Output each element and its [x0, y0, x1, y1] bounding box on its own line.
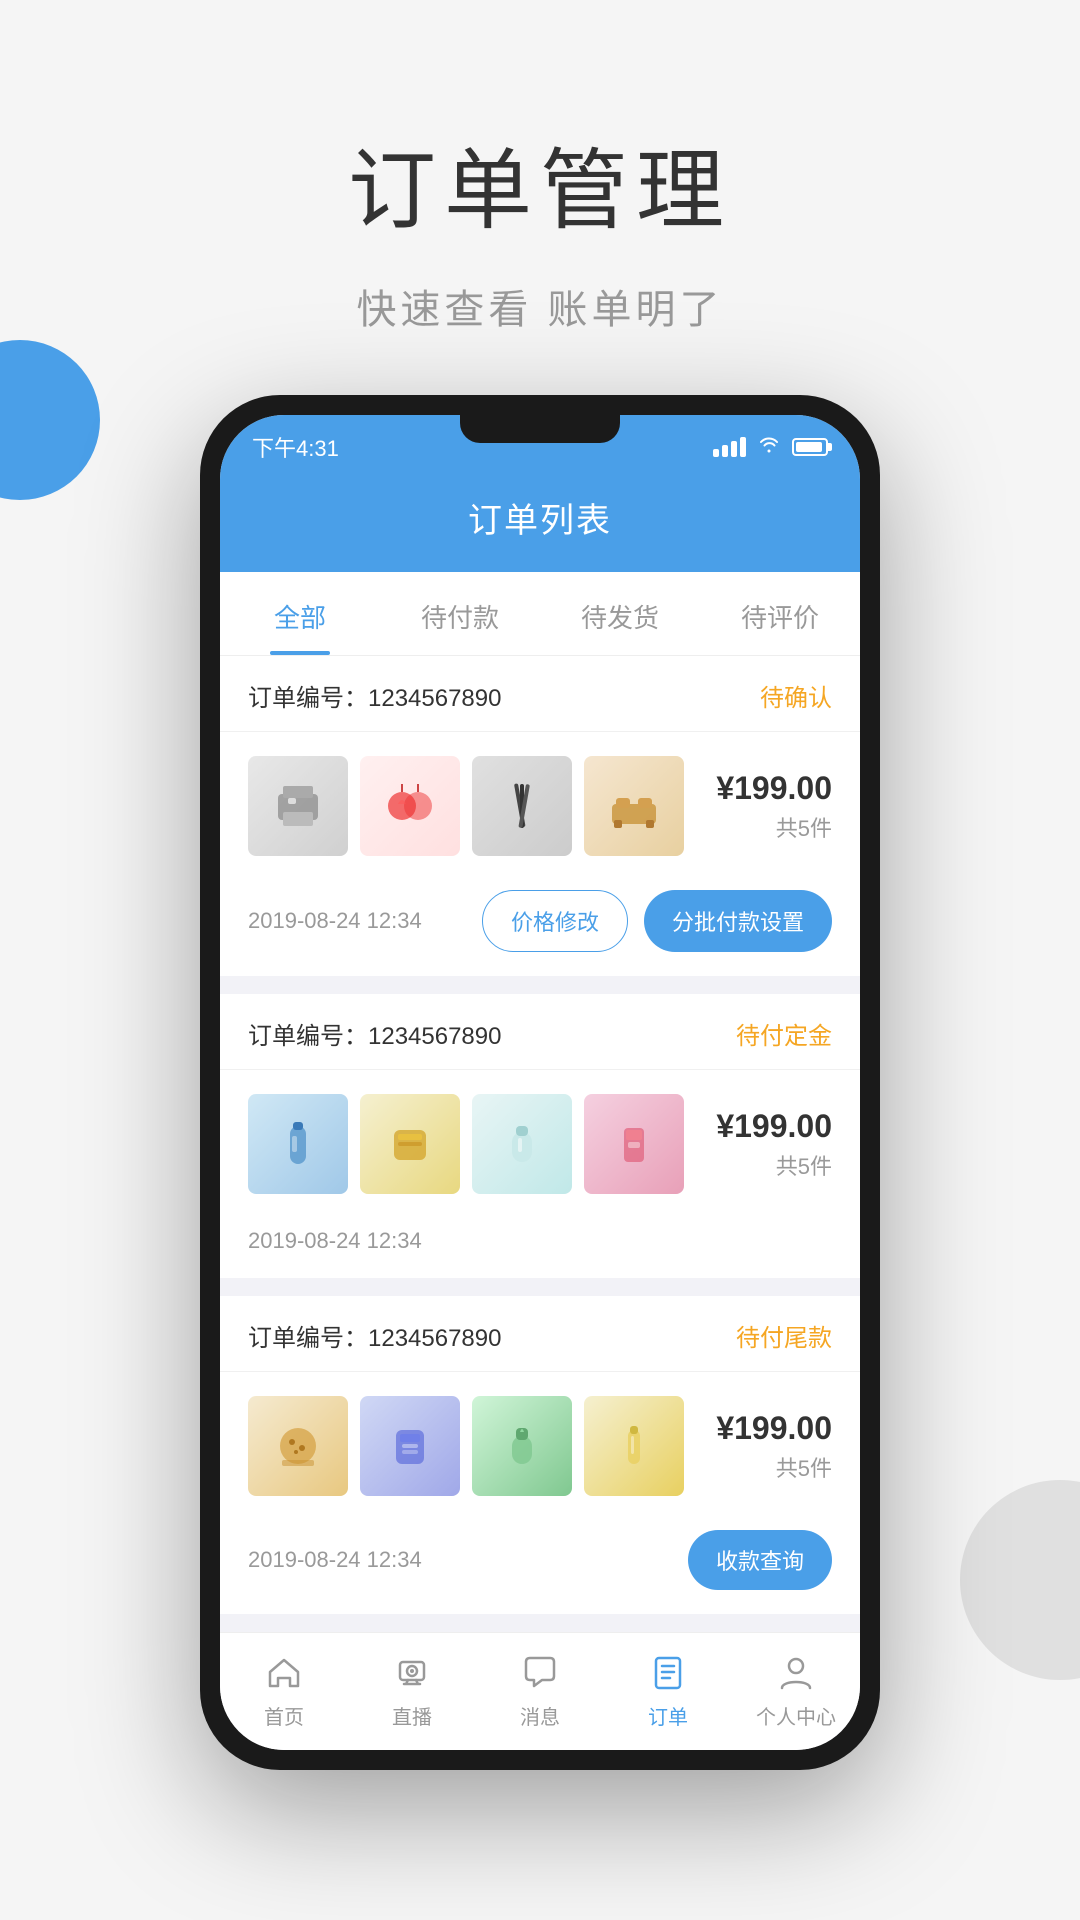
order-2-product-images	[248, 1094, 700, 1194]
order-2-price-info: ¥199.00 共5件	[716, 1108, 832, 1181]
product-img-cream	[472, 1094, 572, 1194]
nav-item-messages[interactable]: 消息	[476, 1649, 604, 1730]
tab-pending-payment[interactable]: 待付款	[380, 572, 540, 655]
tab-pending-review[interactable]: 待评价	[700, 572, 860, 655]
status-right	[713, 435, 828, 459]
signal-bar-1	[713, 449, 719, 457]
status-time: 下午4:31	[252, 431, 339, 463]
order-3-payment-query-button[interactable]: 收款查询	[688, 1530, 832, 1590]
wifi-icon	[758, 435, 780, 459]
order-1-price-info: ¥199.00 共5件	[716, 770, 832, 843]
order-1-count: 共5件	[716, 811, 832, 843]
order-1-price: ¥199.00	[716, 770, 832, 807]
nav-item-orders[interactable]: 订单	[604, 1649, 732, 1730]
order-2-header: 订单编号：1234567890 待付定金	[220, 994, 860, 1070]
app-header: 订单列表	[220, 473, 860, 572]
order-1-header: 订单编号：1234567890 待确认	[220, 656, 860, 732]
order-2-price: ¥199.00	[716, 1108, 832, 1145]
nav-item-live[interactable]: 直播	[348, 1649, 476, 1730]
hero-title: 订单管理	[0, 120, 1080, 247]
order-1-date: 2019-08-24 12:34	[248, 908, 422, 934]
order-3-count: 共5件	[716, 1451, 832, 1483]
order-2-footer: 2019-08-24 12:34	[220, 1218, 860, 1278]
order-2-number: 订单编号：1234567890	[248, 1016, 501, 1051]
tabs-container: 全部 待付款 待发货 待评价	[220, 572, 860, 656]
user-icon	[773, 1649, 819, 1695]
order-3-date: 2019-08-24 12:34	[248, 1547, 422, 1573]
phone-wrapper: 下午4:31	[0, 395, 1080, 1810]
order-3-footer: 2019-08-24 12:34 收款查询	[220, 1520, 860, 1614]
tab-pending-shipment[interactable]: 待发货	[540, 572, 700, 655]
message-icon	[517, 1649, 563, 1695]
order-card-1: 订单编号：1234567890 待确认	[220, 656, 860, 976]
signal-bar-4	[740, 437, 746, 457]
order-card-2: 订单编号：1234567890 待付定金	[220, 994, 860, 1278]
order-1-number: 订单编号：1234567890	[248, 678, 501, 713]
product-img-printer	[248, 756, 348, 856]
order-1-status: 待确认	[760, 678, 832, 713]
hero-subtitle: 快速查看 账单明了	[0, 277, 1080, 335]
order-3-number: 订单编号：1234567890	[248, 1318, 501, 1353]
nav-item-home[interactable]: 首页	[220, 1649, 348, 1730]
order-2-products: ¥199.00 共5件	[220, 1070, 860, 1218]
nav-label-profile: 个人中心	[756, 1701, 836, 1730]
product-img-lotion	[472, 1396, 572, 1496]
product-img-snack	[360, 1094, 460, 1194]
hero-section: 订单管理 快速查看 账单明了	[0, 0, 1080, 395]
nav-label-messages: 消息	[520, 1701, 560, 1730]
order-1-batch-payment-button[interactable]: 分批付款设置	[644, 890, 832, 952]
order-3-products: ¥199.00 共5件	[220, 1372, 860, 1520]
nav-label-orders: 订单	[648, 1701, 688, 1730]
orders-list: 订单编号：1234567890 待确认	[220, 656, 860, 1614]
product-img-serum	[584, 1396, 684, 1496]
order-3-price-info: ¥199.00 共5件	[716, 1410, 832, 1483]
product-img-cookie	[248, 1396, 348, 1496]
order-1-footer: 2019-08-24 12:34 价格修改 分批付款设置	[220, 880, 860, 976]
signal-bar-2	[722, 445, 728, 457]
order-2-count: 共5件	[716, 1149, 832, 1181]
phone-frame: 下午4:31	[200, 395, 880, 1770]
order-icon	[645, 1649, 691, 1695]
nav-label-live: 直播	[392, 1701, 432, 1730]
order-1-products: ¥199.00 共5件	[220, 732, 860, 880]
phone-notch	[460, 415, 620, 443]
signal-bars	[713, 437, 746, 457]
order-3-header: 订单编号：1234567890 待付尾款	[220, 1296, 860, 1372]
order-2-date: 2019-08-24 12:34	[248, 1228, 422, 1254]
product-img-pens	[472, 756, 572, 856]
order-1-product-images	[248, 756, 700, 856]
order-2-status: 待付定金	[736, 1016, 832, 1051]
app-header-title: 订单列表	[468, 502, 612, 540]
battery-icon	[792, 438, 828, 456]
product-img-furniture	[584, 756, 684, 856]
phone-screen: 下午4:31	[220, 415, 860, 1750]
bottom-nav: 首页 直播	[220, 1632, 860, 1750]
order-3-price: ¥199.00	[716, 1410, 832, 1447]
product-img-medicine	[360, 1396, 460, 1496]
product-img-cosmetic	[584, 1094, 684, 1194]
live-icon	[389, 1649, 435, 1695]
nav-label-home: 首页	[264, 1701, 304, 1730]
order-1-price-modify-button[interactable]: 价格修改	[482, 890, 628, 952]
order-1-actions: 价格修改 分批付款设置	[482, 890, 832, 952]
signal-bar-3	[731, 441, 737, 457]
product-img-decor	[360, 756, 460, 856]
order-3-status: 待付尾款	[736, 1318, 832, 1353]
tab-all[interactable]: 全部	[220, 572, 380, 655]
order-3-actions: 收款查询	[688, 1530, 832, 1590]
order-card-3: 订单编号：1234567890 待付尾款	[220, 1296, 860, 1614]
nav-item-profile[interactable]: 个人中心	[732, 1649, 860, 1730]
order-3-product-images	[248, 1396, 700, 1496]
product-img-bottle	[248, 1094, 348, 1194]
home-icon	[261, 1649, 307, 1695]
